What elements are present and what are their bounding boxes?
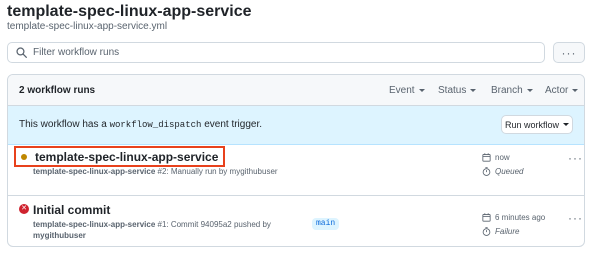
run-title-link[interactable]: template-spec-linux-app-service — [35, 150, 218, 164]
run-status: Failure — [482, 227, 519, 236]
workflow-run-row[interactable]: ✕ Initial commit template-spec-linux-app… — [8, 196, 584, 246]
filter-event-dropdown[interactable]: Event — [389, 85, 425, 96]
workflow-runs-list: 2 workflow runs Event Status Branch Acto… — [7, 74, 585, 247]
caret-down-icon — [572, 89, 579, 92]
caret-down-icon — [470, 89, 477, 92]
run-title-link[interactable]: Initial commit — [33, 203, 110, 217]
calendar-icon — [482, 213, 491, 222]
stopwatch-icon — [482, 167, 491, 176]
filter-actor-dropdown[interactable]: Actor — [545, 85, 579, 96]
caret-down-icon — [563, 123, 570, 126]
runs-header: 2 workflow runs Event Status Branch Acto… — [8, 75, 584, 106]
run-options-button[interactable]: ··· — [568, 151, 583, 165]
run-workflow-name: template-spec-linux-app-service — [33, 220, 156, 229]
filter-event-label: Event — [389, 85, 415, 96]
filter-status-dropdown[interactable]: Status — [438, 85, 477, 96]
kebab-horizontal-icon: ··· — [568, 211, 583, 225]
run-detail: #2: Manually run by mygithubuser — [155, 167, 278, 176]
run-actor: mygithubuser — [33, 231, 86, 240]
run-workflow-label: Run workflow — [504, 119, 560, 130]
caret-down-icon — [526, 89, 533, 92]
banner-prefix: This workflow has a — [19, 119, 110, 130]
workflow-run-row[interactable]: template-spec-linux-app-service template… — [8, 145, 584, 196]
stopwatch-icon — [482, 227, 491, 236]
run-workflow-button[interactable]: Run workflow — [501, 115, 573, 134]
runs-count: 2 workflow runs — [19, 85, 96, 96]
filter-branch-dropdown[interactable]: Branch — [491, 85, 533, 96]
banner-text: This workflow has a workflow_dispatch ev… — [19, 119, 262, 130]
caret-down-icon — [418, 89, 425, 92]
run-time-text: 6 minutes ago — [495, 213, 546, 222]
search-box[interactable] — [7, 42, 545, 63]
run-actor-name[interactable]: mygithubuser — [33, 231, 86, 240]
run-meta: template-spec-linux-app-service #1: Comm… — [33, 220, 271, 229]
queued-status-icon — [21, 154, 27, 160]
page-title: template-spec-linux-app-service — [7, 3, 252, 20]
run-status: Queued — [482, 167, 523, 176]
run-workflow-name: template-spec-linux-app-service — [33, 167, 156, 176]
calendar-icon — [482, 153, 491, 162]
run-time: 6 minutes ago — [482, 213, 545, 222]
filter-status-label: Status — [438, 85, 467, 96]
branch-tag[interactable]: main — [312, 218, 340, 230]
run-meta: template-spec-linux-app-service #2: Manu… — [33, 167, 278, 176]
banner-event-code: workflow_dispatch — [109, 120, 202, 130]
kebab-horizontal-icon: ··· — [561, 45, 577, 60]
run-options-button[interactable]: ··· — [568, 211, 583, 225]
filter-branch-label: Branch — [491, 85, 523, 96]
run-detail: #1: Commit 94095a2 pushed by — [155, 220, 271, 229]
run-status-text: Failure — [495, 227, 520, 236]
run-title-highlight[interactable]: template-spec-linux-app-service — [14, 146, 226, 167]
banner-suffix: event trigger. — [201, 119, 263, 130]
kebab-horizontal-icon: ··· — [568, 151, 583, 165]
run-status-text: Queued — [495, 167, 524, 176]
workflow-file-name: template-spec-linux-app-service.yml — [7, 21, 168, 32]
run-time-text: now — [495, 153, 510, 162]
run-time: now — [482, 153, 510, 162]
x-circle-fill-icon: ✕ — [19, 204, 29, 214]
search-input[interactable] — [33, 43, 544, 62]
filter-actor-label: Actor — [545, 85, 569, 96]
more-options-button[interactable]: ··· — [553, 42, 585, 63]
workflow-dispatch-banner: This workflow has a workflow_dispatch ev… — [8, 106, 584, 145]
search-icon — [16, 47, 27, 58]
